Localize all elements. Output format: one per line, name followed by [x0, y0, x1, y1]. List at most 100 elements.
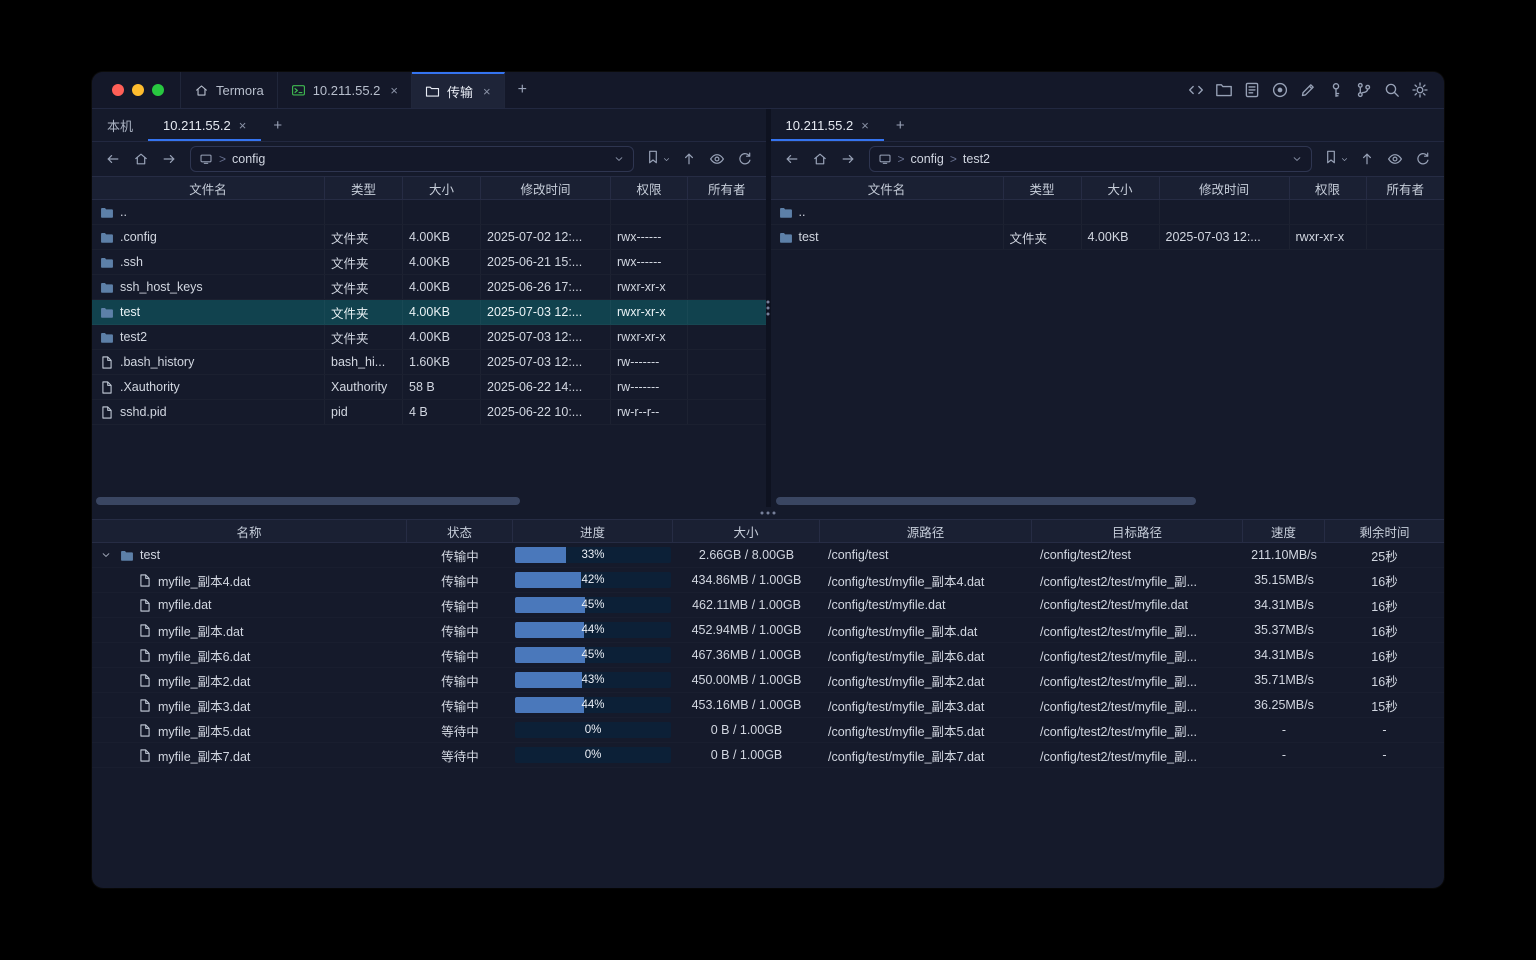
close-tab-icon[interactable]: × — [483, 84, 491, 99]
horizontal-scrollbar[interactable] — [771, 495, 1445, 507]
settings-icon[interactable] — [1411, 81, 1429, 99]
panel-splitter[interactable] — [766, 109, 771, 507]
transfer-name: myfile_副本4.dat — [158, 571, 250, 590]
transfer-progress-cell: 42% — [513, 568, 673, 592]
new-tab-button[interactable]: + — [505, 72, 540, 108]
file-row[interactable]: .. — [92, 200, 766, 225]
transfer-row[interactable]: myfile_副本2.dat传输中43%450.00MB / 1.00GB/co… — [92, 668, 1444, 693]
file-row[interactable]: .. — [771, 200, 1445, 225]
file-row[interactable]: ssh_host_keys文件夹4.00KB2025-06-26 17:...r… — [92, 275, 766, 300]
new-panel-tab-button[interactable]: + — [261, 109, 294, 141]
column-header[interactable]: 剩余时间 — [1325, 520, 1444, 542]
column-header[interactable]: 修改时间 — [481, 177, 611, 199]
transfer-row[interactable]: myfile_副本.dat传输中44%452.94MB / 1.00GB/con… — [92, 618, 1444, 643]
tab-remote-session[interactable]: 10.211.55.2 × — [771, 109, 884, 141]
close-window-button[interactable] — [112, 84, 124, 96]
tab-ssh-session[interactable]: 10.211.55.2 × — [278, 72, 412, 108]
file-size-cell: 1.60KB — [403, 350, 481, 374]
tab-remote-session[interactable]: 10.211.55.2 × — [148, 109, 261, 141]
column-header[interactable]: 所有者 — [688, 177, 766, 199]
breadcrumb-segment[interactable]: test2 — [963, 152, 990, 166]
file-row[interactable]: .bash_historybash_hi...1.60KB2025-07-03 … — [92, 350, 766, 375]
forward-button[interactable] — [156, 146, 182, 172]
file-row[interactable]: sshd.pidpid4 B2025-06-22 10:...rw-r--r-- — [92, 400, 766, 425]
refresh-button[interactable] — [732, 146, 758, 172]
search-icon[interactable] — [1383, 81, 1401, 99]
minimize-window-button[interactable] — [132, 84, 144, 96]
bookmark-button[interactable] — [1320, 146, 1352, 172]
new-panel-tab-button[interactable]: + — [884, 109, 917, 141]
tab-termora-home[interactable]: Termora — [180, 72, 278, 108]
folder-icon[interactable] — [1215, 81, 1233, 99]
document-icon[interactable] — [1243, 81, 1261, 99]
tab-transfer[interactable]: 传输 × — [412, 72, 505, 108]
breadcrumb-segment[interactable]: config — [232, 152, 265, 166]
scrollbar-thumb[interactable] — [96, 497, 520, 505]
column-header[interactable]: 所有者 — [1367, 177, 1445, 199]
file-row[interactable]: .XauthorityXauthority58 B2025-06-22 14:.… — [92, 375, 766, 400]
path-breadcrumb[interactable]: >config>test2 — [869, 146, 1313, 172]
column-header[interactable]: 权限 — [611, 177, 688, 199]
file-row[interactable]: test2文件夹4.00KB2025-07-03 12:...rwxr-xr-x — [92, 325, 766, 350]
back-button[interactable] — [100, 146, 126, 172]
branch-icon[interactable] — [1355, 81, 1373, 99]
show-hidden-button[interactable] — [704, 146, 730, 172]
up-directory-button[interactable] — [676, 146, 702, 172]
file-size-cell: 4.00KB — [403, 250, 481, 274]
transfer-speed-cell: 35.15MB/s — [1243, 568, 1325, 592]
up-directory-button[interactable] — [1354, 146, 1380, 172]
file-owner-cell — [688, 225, 766, 249]
column-header[interactable]: 权限 — [1290, 177, 1367, 199]
column-header[interactable]: 进度 — [513, 520, 673, 542]
expand-chevron-icon — [100, 549, 112, 561]
breadcrumb-segment[interactable]: config — [911, 152, 944, 166]
tab-local[interactable]: 本机 — [92, 109, 148, 141]
home-button[interactable] — [128, 146, 154, 172]
forward-button[interactable] — [835, 146, 861, 172]
column-header[interactable]: 大小 — [1082, 177, 1160, 199]
show-hidden-button[interactable] — [1382, 146, 1408, 172]
key-icon[interactable] — [1327, 81, 1345, 99]
column-header[interactable]: 文件名 — [771, 177, 1004, 199]
transfer-row[interactable]: myfile_副本6.dat传输中45%467.36MB / 1.00GB/co… — [92, 643, 1444, 668]
file-row[interactable]: .ssh文件夹4.00KB2025-06-21 15:...rwx------ — [92, 250, 766, 275]
close-tab-icon[interactable]: × — [239, 118, 247, 133]
pencil-icon[interactable] — [1299, 81, 1317, 99]
column-header[interactable]: 文件名 — [92, 177, 325, 199]
transfer-source-cell: /config/test/myfile_副本3.dat — [820, 693, 1032, 717]
zoom-window-button[interactable] — [152, 84, 164, 96]
column-header[interactable]: 目标路径 — [1032, 520, 1243, 542]
transfer-row[interactable]: myfile_副本3.dat传输中44%453.16MB / 1.00GB/co… — [92, 693, 1444, 718]
column-header[interactable]: 大小 — [673, 520, 820, 542]
scrollbar-thumb[interactable] — [776, 497, 1196, 505]
column-header[interactable]: 速度 — [1243, 520, 1325, 542]
file-row[interactable]: .config文件夹4.00KB2025-07-02 12:...rwx----… — [92, 225, 766, 250]
column-header[interactable]: 类型 — [325, 177, 403, 199]
horizontal-scrollbar[interactable] — [92, 495, 766, 507]
column-header[interactable]: 状态 — [407, 520, 513, 542]
column-header[interactable]: 名称 — [92, 520, 407, 542]
path-breadcrumb[interactable]: >config — [190, 146, 634, 172]
close-tab-icon[interactable]: × — [390, 83, 398, 98]
transfer-row[interactable]: myfile_副本5.dat等待中0%0 B / 1.00GB/config/t… — [92, 718, 1444, 743]
bookmark-button[interactable] — [642, 146, 674, 172]
column-header[interactable]: 源路径 — [820, 520, 1032, 542]
transfer-row[interactable]: myfile_副本7.dat等待中0%0 B / 1.00GB/config/t… — [92, 743, 1444, 768]
record-icon[interactable] — [1271, 81, 1289, 99]
code-icon[interactable] — [1187, 81, 1205, 99]
transfer-row[interactable]: myfile_副本4.dat传输中42%434.86MB / 1.00GB/co… — [92, 568, 1444, 593]
home-button[interactable] — [807, 146, 833, 172]
transfer-row[interactable]: test传输中33%2.66GB / 8.00GB/config/test/co… — [92, 543, 1444, 568]
file-row[interactable]: test文件夹4.00KB2025-07-03 12:...rwxr-xr-x — [771, 225, 1445, 250]
file-row[interactable]: test文件夹4.00KB2025-07-03 12:...rwxr-xr-x — [92, 300, 766, 325]
chevron-down-icon[interactable] — [1291, 153, 1303, 165]
horizontal-splitter[interactable] — [92, 507, 1444, 519]
chevron-down-icon[interactable] — [613, 153, 625, 165]
refresh-button[interactable] — [1410, 146, 1436, 172]
column-header[interactable]: 修改时间 — [1160, 177, 1290, 199]
back-button[interactable] — [779, 146, 805, 172]
column-header[interactable]: 类型 — [1004, 177, 1082, 199]
transfer-row[interactable]: myfile.dat传输中45%462.11MB / 1.00GB/config… — [92, 593, 1444, 618]
column-header[interactable]: 大小 — [403, 177, 481, 199]
close-tab-icon[interactable]: × — [861, 118, 869, 133]
